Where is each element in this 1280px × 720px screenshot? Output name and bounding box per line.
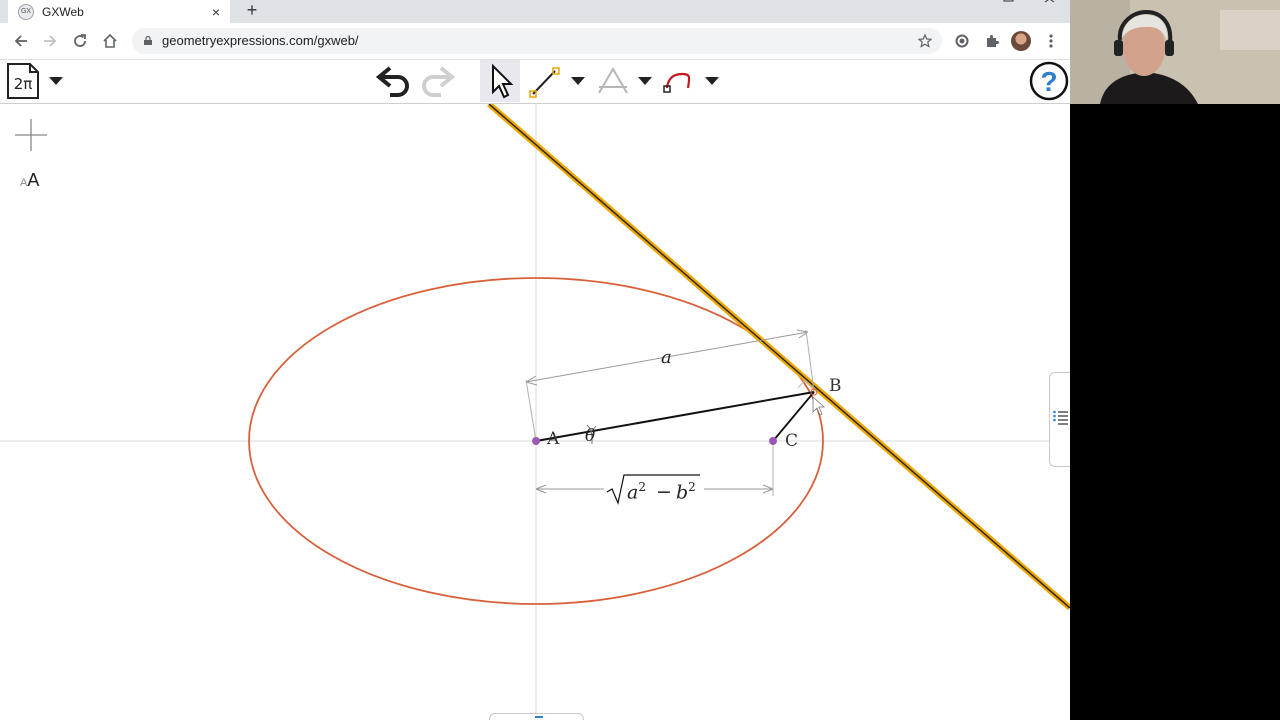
lock-icon — [144, 36, 152, 45]
record-extension-icon — [955, 34, 969, 48]
reload-icon — [74, 34, 86, 47]
label-angle-theta: θ — [585, 426, 596, 446]
restore-window-icon[interactable] — [1003, 0, 1015, 6]
label-point-a: A — [547, 429, 560, 449]
document-dropdown-icon[interactable] — [49, 77, 63, 86]
arrow-cursor-icon — [492, 63, 514, 99]
kebab-menu-icon — [1049, 34, 1053, 48]
close-window-icon[interactable] — [1044, 0, 1056, 6]
svg-text:?: ? — [1040, 66, 1057, 97]
point-a[interactable] — [532, 437, 540, 445]
segment-ab[interactable] — [535, 391, 815, 442]
presenter-video — [1070, 0, 1280, 104]
line-tool-icon[interactable] — [529, 66, 563, 98]
redo-icon[interactable] — [419, 65, 455, 97]
gxweb-favicon-icon: GX — [18, 3, 34, 20]
tab-close-icon[interactable]: × — [208, 4, 224, 20]
forward-button[interactable] — [40, 31, 60, 51]
browser-toolbar: geometryexpressions.com/gxweb/ — [0, 23, 1070, 60]
back-arrow-icon — [14, 35, 27, 47]
extension-record-button[interactable] — [952, 31, 972, 51]
font-size-button[interactable]: AA — [20, 170, 39, 191]
label-point-c: C — [785, 431, 799, 451]
dimension-a-ext-left — [525, 379, 537, 442]
mouse-cursor-icon — [812, 396, 826, 416]
font-size-large-label: A — [27, 170, 40, 190]
line-tool-dropdown-icon[interactable] — [571, 77, 585, 86]
document-button-label: 2π — [13, 75, 33, 93]
address-bar[interactable]: geometryexpressions.com/gxweb/ — [132, 28, 942, 54]
new-tab-button[interactable]: + — [242, 0, 262, 23]
webcam-overlay — [1070, 0, 1280, 104]
home-icon — [103, 33, 117, 48]
forward-arrow-icon — [44, 35, 57, 47]
browser-window: GX GXWeb × + geometryexpressions.com/gxw… — [0, 0, 1070, 720]
url-text: geometryexpressions.com/gxweb/ — [162, 33, 359, 48]
select-tool-button[interactable] — [480, 60, 520, 102]
label-point-b: B — [829, 376, 842, 396]
tangent-line[interactable] — [488, 104, 1070, 609]
sqrt-b: b — [675, 481, 689, 504]
home-button[interactable] — [100, 31, 120, 51]
profile-avatar[interactable] — [1011, 31, 1031, 51]
label-dimension-sqrt: a2 − b2 — [627, 480, 696, 503]
document-button[interactable]: 2π — [6, 62, 40, 100]
browser-tab[interactable]: GX GXWeb × — [8, 0, 230, 23]
constraint-icon[interactable] — [596, 66, 630, 96]
back-button[interactable] — [11, 31, 31, 51]
point-c[interactable] — [769, 437, 777, 445]
bottom-panel-icon — [535, 716, 543, 718]
bookmark-star-icon[interactable] — [918, 34, 932, 48]
undo-icon[interactable] — [376, 65, 412, 97]
webcam-black-area — [1070, 104, 1280, 720]
bottom-panel-toggle[interactable] — [489, 713, 584, 720]
tab-title: GXWeb — [42, 4, 84, 19]
reload-button[interactable] — [70, 31, 90, 51]
sqrt-exp2: 2 — [688, 480, 696, 494]
help-icon[interactable]: ? — [1029, 61, 1069, 101]
constraint-dropdown-icon[interactable] — [638, 77, 652, 86]
app-toolbar: 2π ? — [0, 60, 1070, 104]
puzzle-icon — [987, 35, 999, 47]
crosshair-add-icon[interactable] — [14, 118, 48, 152]
curve-tool-icon[interactable] — [662, 68, 694, 96]
label-dimension-a: a — [661, 347, 672, 368]
extensions-button[interactable] — [982, 31, 1002, 51]
sqrt-minus: − — [656, 481, 672, 504]
sqrt-a: a — [627, 481, 639, 504]
geometry-drawing — [0, 104, 1070, 720]
browser-menu-button[interactable] — [1041, 31, 1061, 51]
list-panel-icon — [1053, 410, 1068, 425]
sqrt-exp1: 2 — [638, 480, 646, 494]
tab-strip: GX GXWeb × + — [0, 0, 1070, 23]
side-panel-toggle[interactable] — [1049, 372, 1070, 467]
curve-tool-dropdown-icon[interactable] — [705, 77, 719, 86]
geometry-canvas[interactable]: A B C a θ a2 − b2 AA — [0, 104, 1070, 720]
